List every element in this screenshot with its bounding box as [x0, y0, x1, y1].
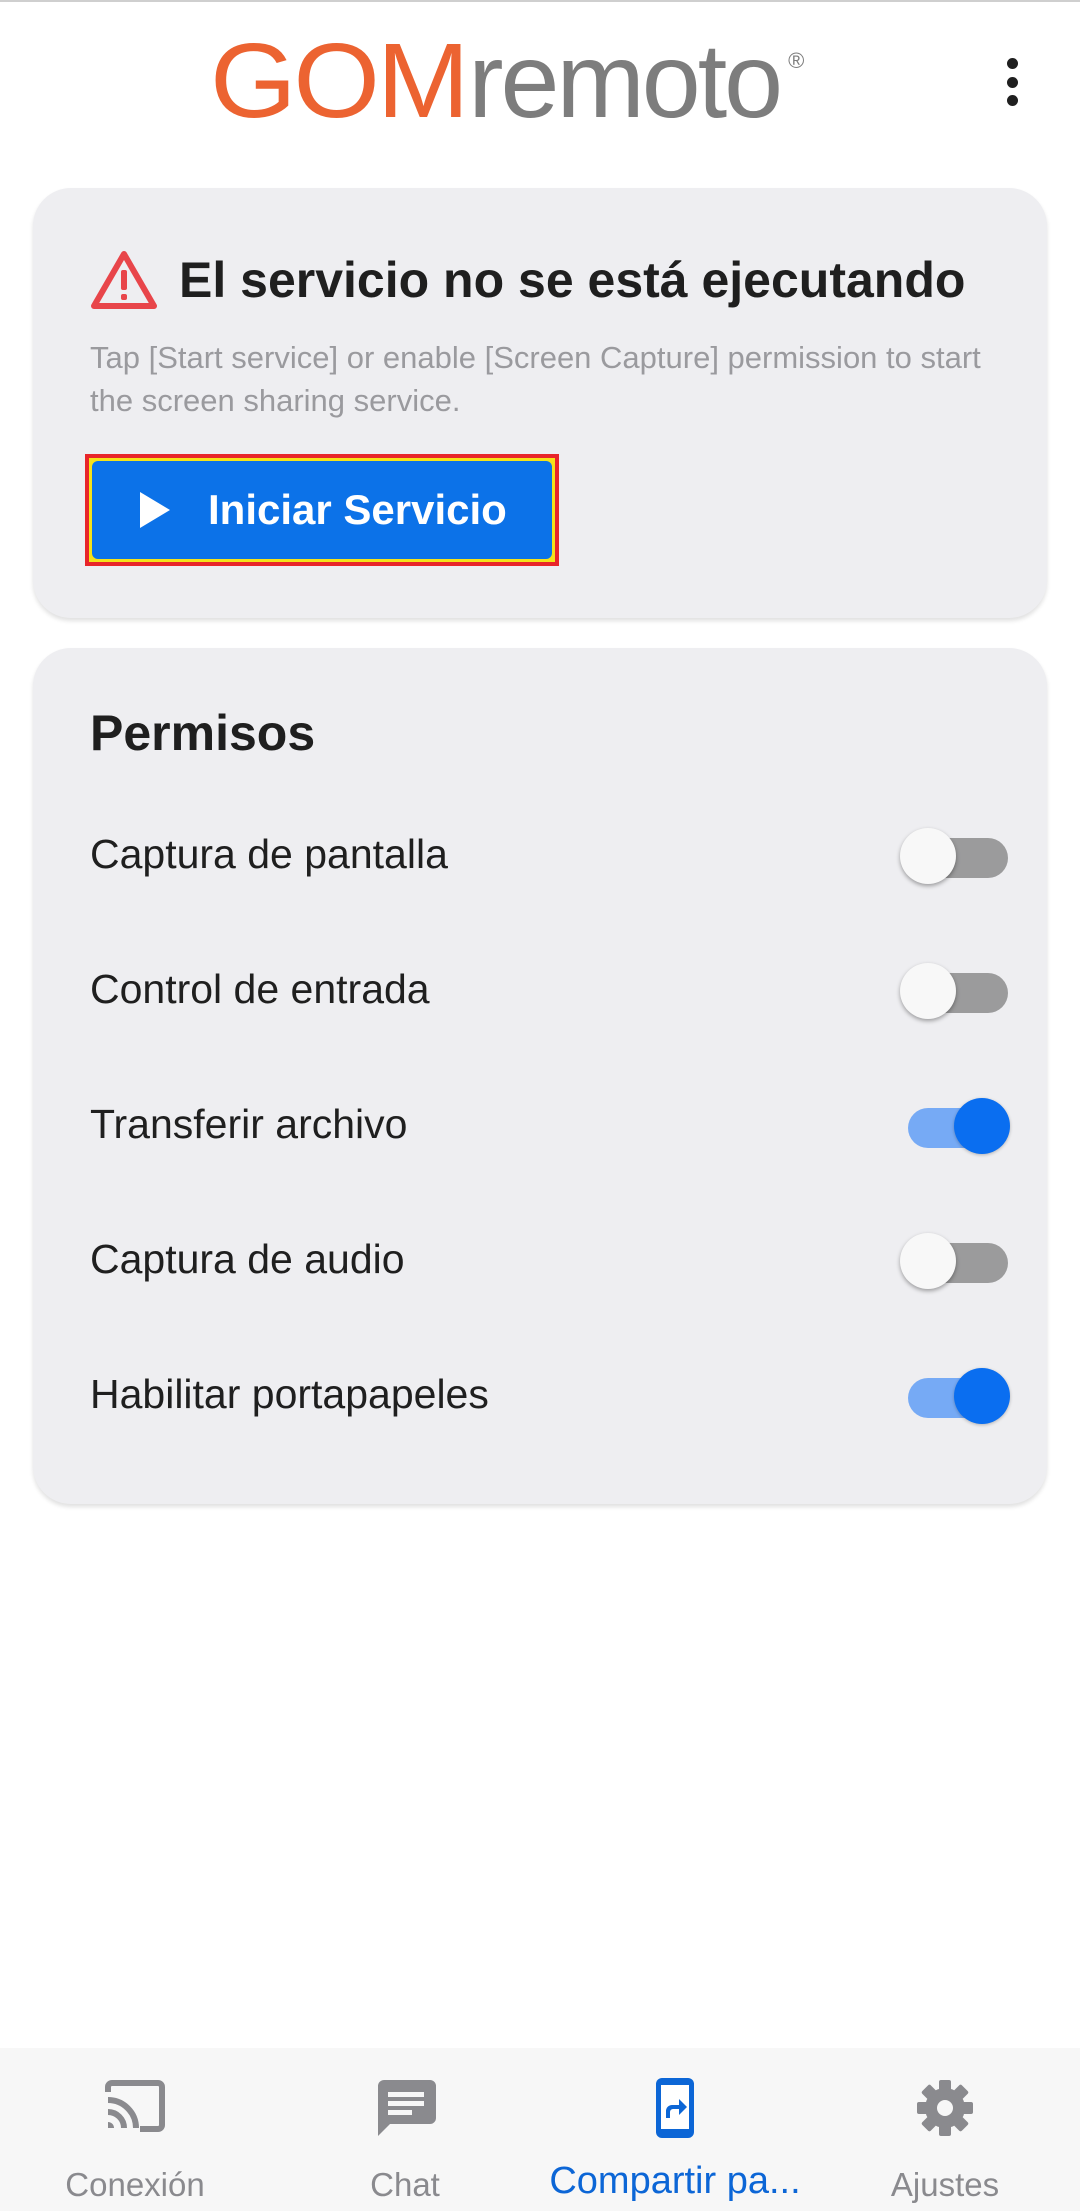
audio-capture-toggle[interactable]	[900, 1227, 1010, 1291]
gear-icon	[917, 2080, 973, 2136]
permission-row-audio-capture: Captura de audio	[90, 1219, 1010, 1299]
start-service-label: Iniciar Servicio	[208, 486, 507, 533]
nav-item-settings[interactable]: Ajustes	[810, 2048, 1080, 2211]
logo-remoto-text: remoto	[468, 22, 783, 140]
toggle-thumb	[900, 828, 956, 884]
nav-label: Compartir pa...	[549, 2160, 801, 2202]
permission-row-file-transfer: Transferir archivo	[90, 1084, 1010, 1164]
nav-item-screen-share[interactable]: Compartir pa...	[540, 2048, 810, 2211]
file-transfer-toggle[interactable]	[900, 1092, 1010, 1156]
more-dot	[1006, 58, 1018, 69]
toggle-thumb	[900, 1233, 956, 1289]
cast-icon	[105, 2080, 165, 2132]
start-service-button[interactable]: Iniciar Servicio	[85, 454, 559, 566]
clipboard-toggle[interactable]	[900, 1362, 1010, 1426]
service-status-title: El servicio no se está ejecutando	[179, 252, 966, 308]
nav-label: Ajustes	[890, 2166, 1000, 2203]
service-status-card: El servicio no se está ejecutando Tap [S…	[33, 188, 1047, 618]
more-dot	[1006, 76, 1018, 88]
start-service-button-body: Iniciar Servicio	[92, 461, 552, 559]
permission-row-screen-capture: Captura de pantalla	[90, 814, 1010, 894]
warning-icon	[91, 251, 157, 309]
logo-gom-text: GOM	[210, 22, 470, 140]
logo-registered-mark: ®	[788, 48, 805, 73]
permission-label: Habilitar portapapeles	[90, 1370, 489, 1417]
nav-item-connection[interactable]: Conexión	[0, 2048, 270, 2211]
permissions-card: Permisos Captura de pantalla Control de …	[33, 648, 1047, 1504]
permission-label: Captura de pantalla	[90, 830, 448, 877]
toggle-thumb	[900, 963, 956, 1019]
permissions-title: Permisos	[90, 705, 316, 761]
more-options-icon[interactable]	[990, 52, 1034, 112]
nav-label: Conexión	[65, 2166, 205, 2203]
permission-label: Captura de audio	[90, 1235, 405, 1282]
permission-label: Transferir archivo	[90, 1100, 408, 1147]
gomremoto-logo: GOM remoto ®	[210, 24, 804, 134]
more-dot	[1006, 95, 1018, 106]
play-icon	[140, 492, 170, 528]
chat-icon	[378, 2080, 436, 2136]
bottom-navigation: Conexión Chat Compartir pa... Ajustes	[0, 2048, 1080, 2211]
nav-item-chat[interactable]: Chat	[270, 2048, 540, 2211]
service-status-header: El servicio no se está ejecutando	[91, 250, 965, 310]
toggle-thumb	[954, 1098, 1010, 1154]
permission-label: Control de entrada	[90, 965, 430, 1012]
screen-capture-toggle[interactable]	[900, 822, 1010, 886]
service-status-description: Tap [Start service] or enable [Screen Ca…	[90, 340, 981, 418]
screen-share-icon	[656, 2078, 694, 2138]
app-header: GOM remoto ®	[0, 2, 1080, 162]
input-control-toggle[interactable]	[900, 957, 1010, 1021]
permission-row-clipboard: Habilitar portapapeles	[90, 1354, 1010, 1434]
nav-label: Chat	[370, 2166, 440, 2203]
permission-row-input-control: Control de entrada	[90, 949, 1010, 1029]
toggle-thumb	[954, 1368, 1010, 1424]
